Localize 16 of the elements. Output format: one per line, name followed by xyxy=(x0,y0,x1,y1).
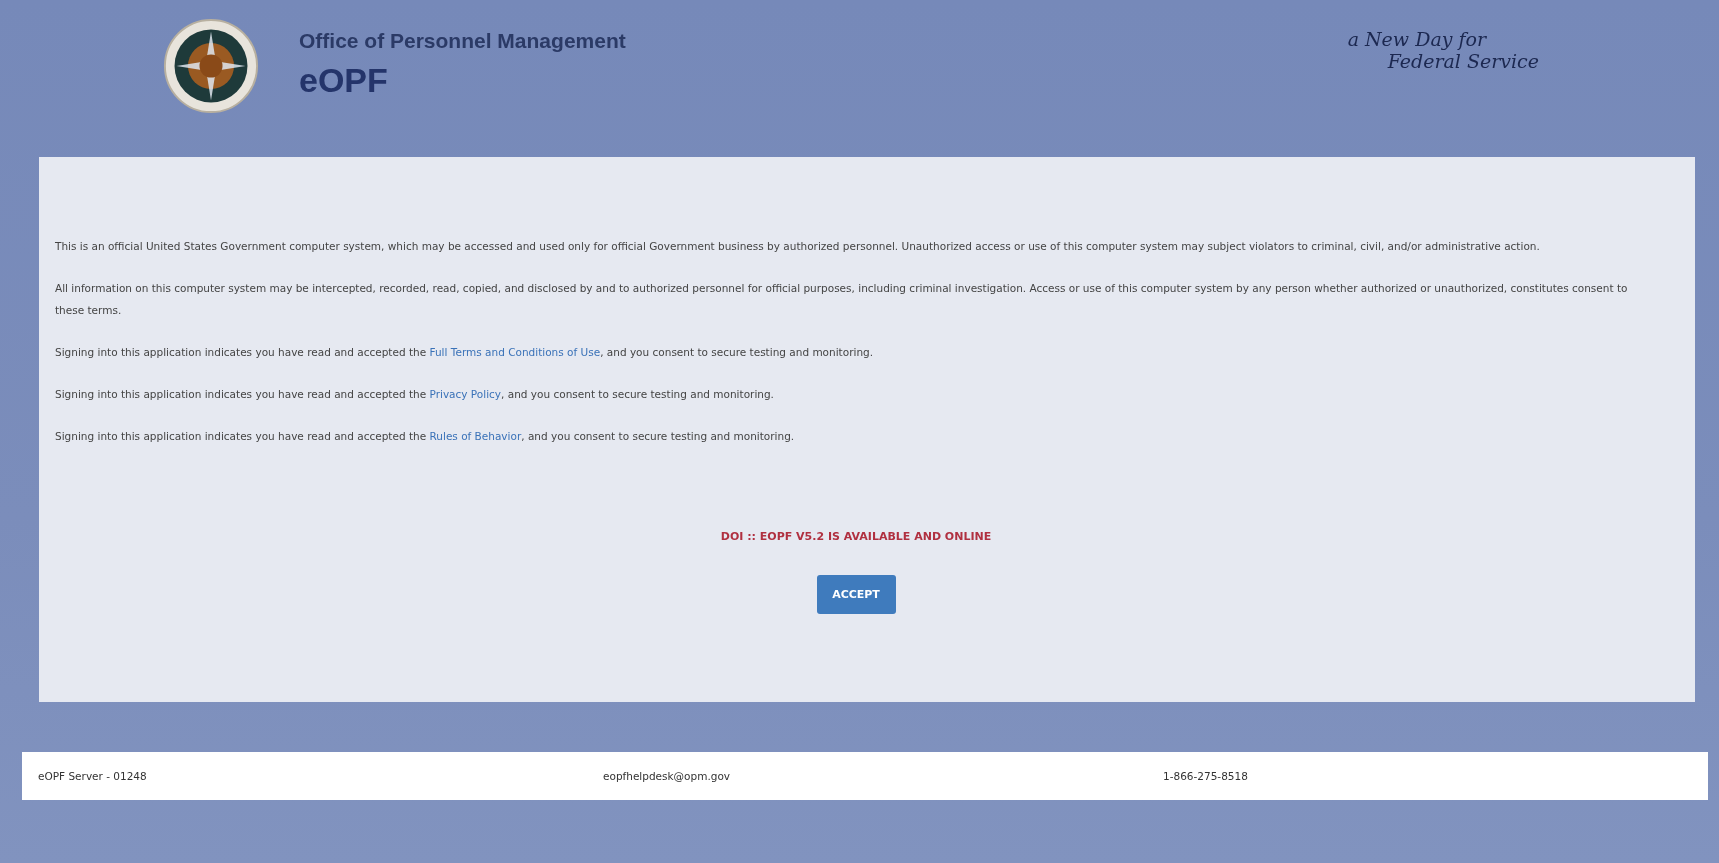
notice-paragraph: All information on this computer system may be intercepted, recorded, read, copied, and disclosed by and to authorized personnel for official purposes, including criminal investigation. Access or use of this computer system by any person whether authorized or unauthorized, constitutes consent to these terms. xyxy=(55,281,1629,318)
app-name: eOPF xyxy=(299,60,389,100)
notice-paragraph: Signing into this application indicates you have read and accepted the Privacy Policy, and you consent to secure testing and monitoring. xyxy=(55,387,775,402)
policy-link[interactable]: Rules of Behavior xyxy=(429,430,522,442)
status-message: DOI :: EOPF V5.2 IS AVAILABLE AND ONLINE xyxy=(720,530,992,543)
server-label: eOPF Server - 01248 xyxy=(38,770,148,782)
tagline: Federal Service xyxy=(1386,50,1539,72)
notice-paragraph: This is an official United States Government computer system, which may be accessed and used only for official Government business by authorized personnel. Unauthorized access or use of this computer system may subject violators to criminal, civil, and/or administrative action. xyxy=(55,239,1541,254)
accept-button[interactable]: ACCEPT xyxy=(816,575,896,614)
policy-link[interactable]: Privacy Policy xyxy=(429,388,502,400)
notice-paragraph: Signing into this application indicates you have read and accepted the Full Terms and Conditions of Use, and you consent to secure testing and monitoring. xyxy=(55,345,875,360)
notice-paragraph: Signing into this application indicates you have read and accepted the Rules of Behavior, and you consent to secure testing and monitoring. xyxy=(55,429,796,444)
helpdesk-phone: 1-866-275-8518 xyxy=(1163,770,1248,782)
tagline: a New Day for xyxy=(1347,28,1488,50)
helpdesk-email: eopfhelpdesk@opm.gov xyxy=(603,770,732,782)
organization-name: Office of Personnel Management xyxy=(299,28,626,53)
